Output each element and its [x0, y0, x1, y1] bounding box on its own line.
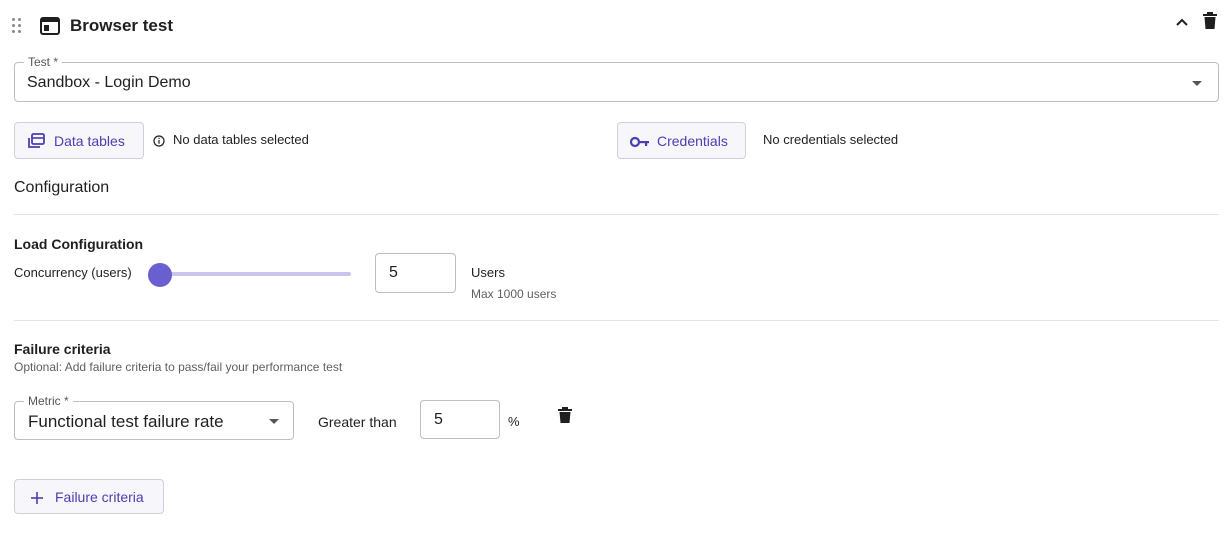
plus-icon: [31, 491, 43, 504]
dropdown-caret-icon: [1192, 81, 1202, 86]
failure-criteria-heading: Failure criteria: [14, 341, 111, 357]
configuration-heading: Configuration: [14, 179, 110, 196]
info-icon: [153, 134, 165, 152]
users-unit-label: Users: [471, 265, 505, 280]
concurrency-input[interactable]: 5: [375, 253, 456, 293]
test-select[interactable]: Test * Sandbox - Login Demo: [14, 55, 1219, 102]
add-failure-criteria-label: Failure criteria: [55, 488, 144, 505]
credentials-status: No credentials selected: [763, 132, 899, 147]
data-tables-button-label: Data tables: [54, 132, 125, 149]
chevron-up-icon[interactable]: [1173, 15, 1191, 29]
test-field-label: Test *: [24, 55, 63, 69]
trash-icon[interactable]: [1203, 12, 1217, 35]
concurrency-input-value: 5: [389, 264, 398, 281]
data-tables-status: No data tables selected: [173, 132, 309, 147]
trash-icon[interactable]: [558, 407, 572, 429]
add-failure-criteria-button[interactable]: Failure criteria: [14, 479, 164, 514]
threshold-unit: %: [508, 414, 520, 429]
metric-field-value: Functional test failure rate: [28, 412, 224, 431]
dropdown-caret-icon: [269, 419, 279, 424]
credentials-button-label: Credentials: [657, 132, 728, 149]
credentials-button[interactable]: Credentials: [617, 122, 746, 159]
concurrency-slider-track[interactable]: [160, 272, 351, 276]
load-configuration-heading: Load Configuration: [14, 236, 144, 252]
data-tables-button[interactable]: Data tables: [14, 122, 144, 159]
divider: [14, 214, 1219, 215]
browser-window-icon: [40, 17, 60, 40]
key-icon: [629, 135, 650, 147]
failure-criteria-description: Optional: Add failure criteria to pass/f…: [14, 360, 343, 374]
max-users-hint: Max 1000 users: [471, 287, 557, 301]
comparator-label: Greater than: [318, 414, 397, 430]
threshold-input[interactable]: 5: [420, 400, 500, 439]
metric-select[interactable]: Metric * Functional test failure rate: [14, 394, 294, 440]
threshold-input-value: 5: [434, 410, 443, 428]
test-field-value: Sandbox - Login Demo: [27, 74, 191, 91]
concurrency-slider-thumb[interactable]: [148, 263, 172, 287]
metric-field-label: Metric *: [24, 394, 73, 408]
data-tables-icon: [27, 132, 45, 149]
drag-handle-icon[interactable]: [12, 18, 24, 34]
divider: [14, 320, 1219, 321]
section-title: Browser test: [70, 16, 173, 35]
concurrency-label: Concurrency (users): [14, 265, 132, 280]
